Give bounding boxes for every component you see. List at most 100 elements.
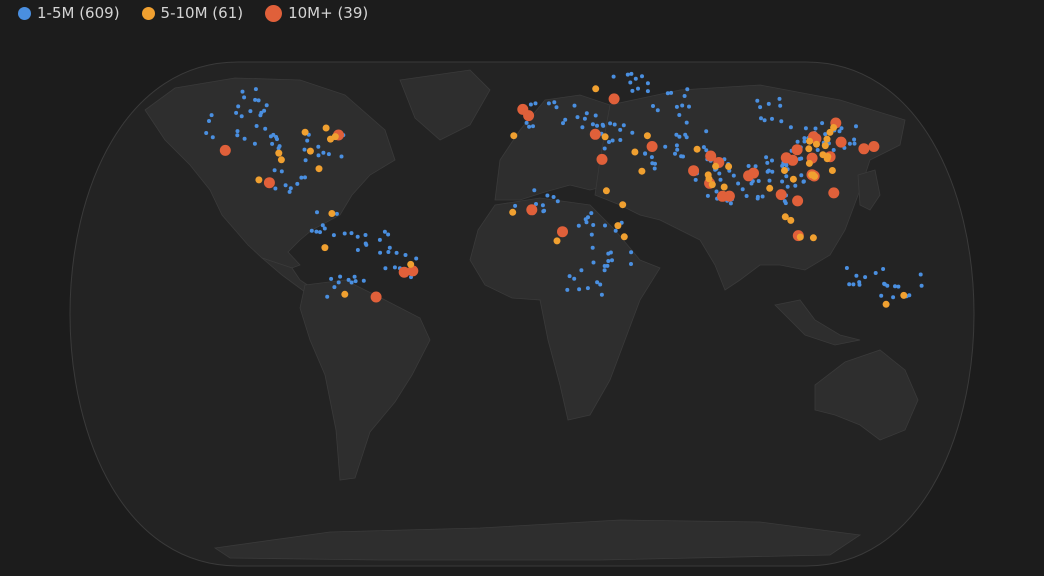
- city-marker-small[interactable]: [673, 151, 677, 156]
- city-marker-small[interactable]: [277, 144, 282, 149]
- city-marker-medium[interactable]: [553, 237, 561, 245]
- city-marker-small[interactable]: [316, 144, 321, 149]
- city-marker-small[interactable]: [589, 211, 594, 216]
- city-marker-small[interactable]: [565, 287, 570, 292]
- city-marker-medium[interactable]: [821, 142, 829, 150]
- city-marker-small[interactable]: [610, 258, 614, 263]
- city-marker-medium[interactable]: [805, 145, 813, 153]
- city-marker-small[interactable]: [674, 143, 679, 148]
- city-marker-small[interactable]: [705, 193, 710, 198]
- city-marker-small[interactable]: [801, 179, 806, 184]
- city-marker-medium[interactable]: [315, 165, 323, 173]
- city-marker-medium[interactable]: [643, 132, 651, 140]
- city-marker-large[interactable]: [589, 128, 601, 140]
- city-marker-small[interactable]: [309, 228, 314, 233]
- city-marker-small[interactable]: [572, 103, 577, 108]
- city-marker-small[interactable]: [287, 189, 292, 194]
- city-marker-small[interactable]: [414, 256, 419, 261]
- city-marker-small[interactable]: [693, 177, 698, 182]
- city-marker-small[interactable]: [882, 281, 887, 286]
- city-marker-small[interactable]: [681, 154, 685, 159]
- city-marker-small[interactable]: [764, 155, 769, 160]
- city-marker-small[interactable]: [630, 130, 635, 135]
- city-marker-medium[interactable]: [301, 128, 309, 136]
- city-marker-small[interactable]: [590, 245, 595, 250]
- city-marker-small[interactable]: [820, 121, 825, 126]
- city-marker-small[interactable]: [602, 146, 607, 151]
- city-marker-large[interactable]: [780, 152, 792, 164]
- city-marker-medium[interactable]: [830, 124, 838, 131]
- city-marker-small[interactable]: [879, 293, 884, 298]
- city-marker-small[interactable]: [331, 233, 336, 238]
- city-marker-small[interactable]: [579, 268, 584, 273]
- city-marker-small[interactable]: [755, 196, 760, 201]
- city-marker-medium[interactable]: [321, 244, 329, 252]
- city-marker-small[interactable]: [780, 179, 785, 184]
- city-marker-small[interactable]: [545, 193, 550, 198]
- city-marker-small[interactable]: [352, 274, 357, 279]
- city-marker-small[interactable]: [677, 113, 682, 117]
- city-marker-small[interactable]: [270, 141, 275, 146]
- city-marker-medium[interactable]: [796, 233, 804, 241]
- city-marker-small[interactable]: [542, 208, 547, 213]
- city-marker-medium[interactable]: [809, 234, 817, 242]
- city-marker-small[interactable]: [749, 181, 754, 186]
- city-marker-small[interactable]: [759, 116, 763, 121]
- city-marker-medium[interactable]: [693, 145, 701, 153]
- city-marker-small[interactable]: [355, 248, 360, 252]
- city-marker-small[interactable]: [339, 154, 344, 159]
- city-marker-small[interactable]: [329, 276, 334, 281]
- city-marker-small[interactable]: [567, 274, 572, 279]
- city-marker-small[interactable]: [349, 231, 354, 236]
- city-marker-small[interactable]: [813, 126, 818, 131]
- city-marker-small[interactable]: [576, 223, 581, 228]
- city-marker-small[interactable]: [394, 250, 399, 255]
- city-marker-small[interactable]: [349, 280, 354, 285]
- city-marker-medium[interactable]: [510, 132, 518, 140]
- city-marker-small[interactable]: [851, 282, 856, 287]
- city-marker-small[interactable]: [610, 138, 615, 143]
- city-marker-small[interactable]: [334, 211, 339, 216]
- city-marker-small[interactable]: [248, 109, 253, 114]
- city-marker-medium[interactable]: [631, 148, 639, 156]
- city-marker-small[interactable]: [684, 135, 689, 140]
- city-marker-small[interactable]: [332, 285, 337, 290]
- city-marker-small[interactable]: [377, 237, 382, 242]
- city-marker-small[interactable]: [598, 282, 603, 287]
- city-marker-medium[interactable]: [813, 140, 820, 148]
- city-marker-small[interactable]: [563, 117, 568, 122]
- city-marker-small[interactable]: [353, 279, 358, 284]
- city-marker-medium[interactable]: [638, 167, 646, 175]
- city-marker-small[interactable]: [728, 201, 733, 206]
- city-marker-small[interactable]: [643, 151, 648, 156]
- city-marker-small[interactable]: [740, 187, 745, 192]
- city-marker-small[interactable]: [589, 232, 594, 237]
- city-marker-small[interactable]: [528, 102, 533, 107]
- city-marker-small[interactable]: [256, 98, 261, 103]
- city-marker-medium[interactable]: [619, 201, 627, 209]
- city-marker-small[interactable]: [235, 133, 240, 138]
- city-marker-small[interactable]: [336, 280, 341, 285]
- city-marker-small[interactable]: [815, 148, 820, 152]
- city-marker-small[interactable]: [649, 155, 654, 160]
- city-marker-medium[interactable]: [322, 124, 330, 132]
- city-marker-small[interactable]: [618, 138, 623, 142]
- city-marker-small[interactable]: [386, 232, 391, 237]
- city-marker-small[interactable]: [770, 169, 775, 174]
- city-marker-small[interactable]: [392, 265, 397, 270]
- city-marker-small[interactable]: [685, 87, 690, 92]
- city-marker-small[interactable]: [753, 164, 758, 169]
- city-marker-medium[interactable]: [720, 183, 728, 191]
- city-marker-small[interactable]: [320, 223, 325, 228]
- city-marker-small[interactable]: [239, 114, 244, 119]
- city-marker-small[interactable]: [630, 88, 635, 93]
- city-marker-small[interactable]: [612, 122, 617, 127]
- city-marker-small[interactable]: [533, 101, 538, 106]
- city-marker-small[interactable]: [651, 104, 655, 108]
- city-marker-small[interactable]: [744, 194, 749, 198]
- city-marker-small[interactable]: [704, 129, 709, 134]
- city-marker-large[interactable]: [775, 189, 787, 201]
- city-marker-small[interactable]: [318, 230, 322, 235]
- city-marker-small[interactable]: [591, 223, 596, 227]
- city-marker-small[interactable]: [577, 287, 582, 292]
